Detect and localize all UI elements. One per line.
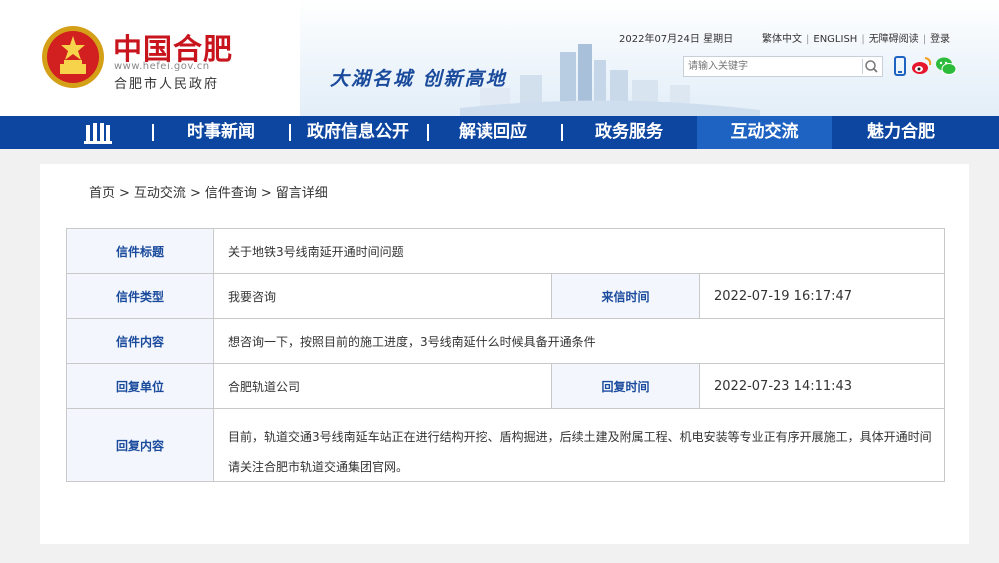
breadcrumb-interaction[interactable]: 互动交流 [132,186,188,201]
nav-item-charm-hefei[interactable]: 魅力合肥 [836,116,966,149]
nav-item-interaction[interactable]: 互动交流 [697,116,832,149]
site-header: 中国合肥 www.hefei.gov.cn 合肥市人民政府 大湖名城 创新高地 … [0,0,999,116]
letter-content-value: 想咨询一下，按照目前的施工进度，3号线南延什么时候具备开通条件 [214,319,945,363]
top-links: 繁体中文 | ENGLISH | 无障碍阅读 | 登录 [762,30,950,45]
breadcrumb: 首页 > 互动交流 > 信件查询 > 留言详细 [87,186,328,201]
breadcrumb-letter-query[interactable]: 信件查询 [203,186,259,201]
weibo-icon[interactable] [910,55,932,77]
table-row: 信件标题 关于地铁3号线南延开通时间问题 [67,229,945,274]
reply-unit-value: 合肥轨道公司 [214,364,552,408]
nav-item-gov-services[interactable]: 政务服务 [565,116,693,149]
letter-detail-table: 信件标题 关于地铁3号线南延开通时间问题 信件类型 我要咨询 来信时间 2022… [66,228,945,482]
main-nav: 时事新闻 政府信息公开 解读回应 政务服务 互动交流 魅力合肥 [0,116,999,149]
nav-divider [427,124,429,141]
wechat-icon[interactable] [935,55,957,77]
table-row: 信件类型 我要咨询 来信时间 2022-07-19 16:17:47 [67,274,945,319]
divider: | [922,34,927,45]
reply-unit-label: 回复单位 [67,364,214,408]
link-accessible-reading[interactable]: 无障碍阅读 [869,34,919,45]
site-subtitle: 合肥市人民政府 [114,77,220,92]
table-row: 回复单位 合肥轨道公司 回复时间 2022-07-23 14:11:43 [67,364,945,409]
letter-time-value: 2022-07-19 16:17:47 [700,274,945,318]
reply-time-value: 2022-07-23 14:11:43 [700,364,945,408]
nav-item-gov-info[interactable]: 政府信息公开 [292,116,424,149]
reply-content-label: 回复内容 [67,409,214,481]
nav-divider [289,124,291,141]
letter-time-label: 来信时间 [552,274,700,318]
content-panel: 首页 > 互动交流 > 信件查询 > 留言详细 信件标题 关于地铁3号线南延开通时间问题 信… [40,164,969,544]
search-input[interactable] [688,59,856,74]
nav-divider [152,124,154,141]
breadcrumb-home[interactable]: 首页 [87,186,117,201]
nav-item-current-news[interactable]: 时事新闻 [158,116,284,149]
mobile-icon[interactable] [889,55,911,77]
breadcrumb-message-detail: 留言详细 [275,186,328,201]
table-row: 信件内容 想咨询一下，按照目前的施工进度，3号线南延什么时候具备开通条件 [67,319,945,364]
search-box [683,56,883,77]
letter-content-label: 信件内容 [67,319,214,363]
divider: | [861,34,865,45]
search-icon[interactable] [862,58,880,75]
nav-divider [561,124,563,141]
current-date: 2022年07月24日 星期日 [619,34,734,45]
letter-type-value: 我要咨询 [214,274,552,318]
divider: | [806,34,810,45]
link-login[interactable]: 登录 [930,34,950,45]
reply-time-label: 回复时间 [552,364,700,408]
site-slogan: 大湖名城 创新高地 [330,68,507,90]
link-traditional-chinese[interactable]: 繁体中文 [762,34,802,45]
letter-title-value: 关于地铁3号线南延开通时间问题 [214,229,945,273]
site-url: www.hefei.gov.cn [114,61,210,72]
letter-title-label: 信件标题 [67,229,214,273]
home-building-icon[interactable] [84,121,112,144]
nav-item-interpretation[interactable]: 解读回应 [430,116,556,149]
link-english[interactable]: ENGLISH [813,34,857,45]
table-row: 回复内容 目前，轨道交通3号线南延车站正在进行结构开挖、盾构掘进，后续土建及附属… [67,409,945,482]
national-emblem-icon [42,26,104,88]
letter-type-label: 信件类型 [67,274,214,318]
reply-content-value: 目前，轨道交通3号线南延车站正在进行结构开挖、盾构掘进，后续土建及附属工程、机电… [214,409,945,481]
